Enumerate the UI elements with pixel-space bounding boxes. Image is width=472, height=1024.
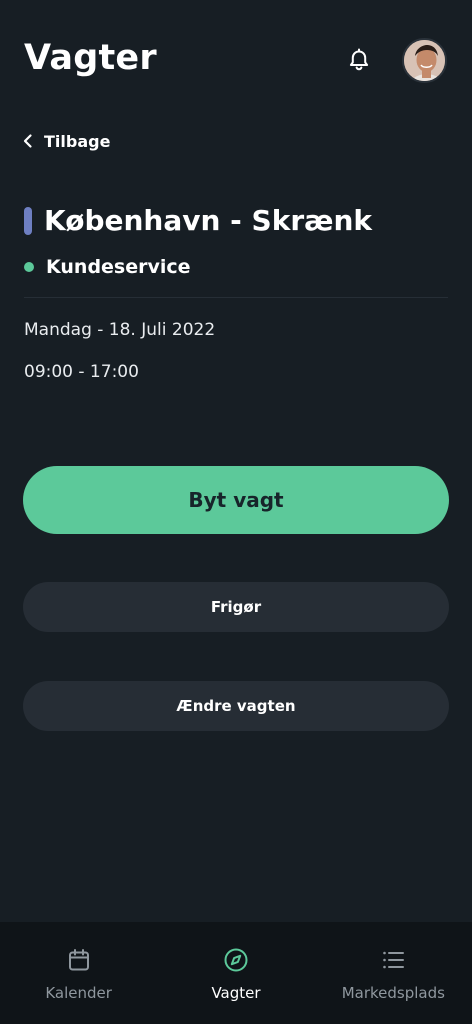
shift-location: København - Skrænk — [44, 204, 373, 237]
compass-icon — [224, 948, 248, 972]
nav-label-calendar: Kalender — [45, 984, 112, 1002]
department-label: Kundeservice — [46, 256, 191, 278]
shift-location-row: København - Skrænk — [24, 204, 372, 237]
header: Vagter — [0, 0, 472, 120]
department-status-dot — [24, 262, 34, 272]
avatar[interactable] — [402, 38, 447, 83]
nav-item-calendar[interactable]: Kalender — [0, 922, 157, 1024]
page-title: Vagter — [24, 38, 157, 78]
location-color-bar — [24, 206, 32, 235]
swap-shift-button[interactable]: Byt vagt — [23, 466, 449, 534]
list-icon — [383, 951, 405, 969]
nav-item-marketplace[interactable]: Markedsplads — [315, 922, 472, 1024]
release-shift-button[interactable]: Frigør — [23, 582, 449, 632]
divider — [24, 297, 448, 298]
department-row: Kundeservice — [24, 256, 191, 278]
back-label: Tilbage — [44, 131, 111, 151]
chevron-left-icon — [23, 134, 32, 148]
nav-item-shifts[interactable]: Vagter — [157, 922, 314, 1024]
calendar-icon — [68, 949, 89, 971]
shift-date: Mandag - 18. Juli 2022 — [24, 320, 216, 340]
nav-label-shifts: Vagter — [211, 984, 261, 1002]
shift-time: 09:00 - 17:00 — [24, 362, 139, 382]
bottom-navigation: Kalender Vagter Markedsplads — [0, 922, 472, 1024]
app-screen: Vagter Tilbage København - Skrænk Kundes… — [0, 0, 472, 1024]
bell-icon[interactable] — [345, 46, 373, 74]
back-button[interactable]: Tilbage — [22, 128, 110, 154]
nav-label-marketplace: Markedsplads — [341, 984, 445, 1002]
change-shift-button[interactable]: Ændre vagten — [23, 681, 449, 731]
